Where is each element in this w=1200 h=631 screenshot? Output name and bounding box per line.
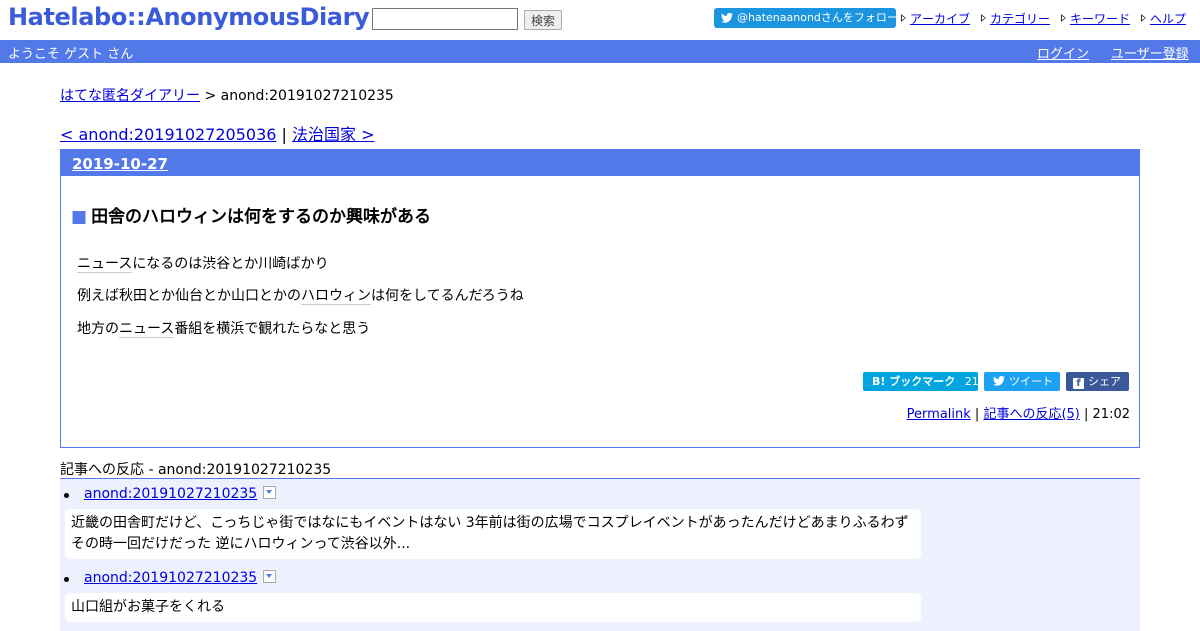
bullet — [64, 493, 69, 498]
arrow-icon — [901, 14, 906, 22]
paragraph-text: 地方の — [77, 321, 119, 337]
permalink-link[interactable]: Permalink — [907, 407, 971, 422]
follow-label: @hatenaanondさんをフォロー — [737, 11, 898, 24]
paragraph-text: 番組を横浜で観れたらなと思う — [174, 321, 371, 337]
dropdown-icon[interactable] — [263, 570, 277, 583]
search-input[interactable] — [372, 8, 518, 30]
tweet-button[interactable]: ツイート — [984, 372, 1060, 391]
nav-category-link[interactable]: カテゴリー — [990, 12, 1050, 26]
search-button[interactable]: 検索 — [524, 10, 562, 30]
entry-title-text: 田舎のハロウィンは何をするのか興味がある — [91, 207, 432, 227]
entry-date-link[interactable]: 2019-10-27 — [72, 155, 168, 173]
breadcrumb-current: anond:20191027210235 — [220, 88, 394, 104]
entry-paragraph: ニュースになるのは渋谷とか川崎ばかり — [77, 253, 329, 273]
dropdown-icon[interactable] — [263, 486, 277, 499]
nav-help-link[interactable]: ヘルプ — [1150, 12, 1186, 26]
keyword-link[interactable]: ハロウィン — [301, 288, 371, 305]
facebook-icon: f — [1073, 378, 1084, 389]
reaction-bubble: 山口組がお菓子をくれる — [65, 593, 921, 622]
hatena-bookmark-button[interactable]: B! ブックマーク 21 — [863, 372, 979, 391]
prev-next-nav: < anond:20191027205036 | 法治国家 > — [60, 121, 375, 145]
keyword-link[interactable]: ニュース — [119, 321, 175, 338]
arrow-icon — [981, 14, 986, 22]
entry-meta: Permalink | 記事への反応(5) | 21:02 — [906, 407, 1130, 422]
twitter-follow-button[interactable]: @hatenaanondさんをフォロー — [714, 8, 898, 28]
twitter-bird-icon — [721, 13, 733, 23]
facebook-share-button[interactable]: f シェア — [1066, 372, 1129, 391]
site-header: Hatelabo::AnonymousDiary 検索 @hatenaanond… — [0, 0, 1200, 40]
welcome-text: ようこそ ゲスト さん — [8, 47, 134, 62]
entry-title: ■ 田舎のハロウィンは何をするのか興味がある — [71, 202, 431, 227]
entry-time: 21:02 — [1092, 407, 1130, 422]
reaction-bubble: 近畿の田舎町だけど、こっちじゃ街ではなにもイベントはない 3年前は街の広場でコス… — [65, 509, 921, 559]
login-link[interactable]: ログイン — [1037, 43, 1089, 62]
reactions-heading: 記事への反応 - anond:20191027210235 — [60, 462, 332, 478]
twitter-bird-icon — [993, 375, 1005, 386]
breadcrumb-home[interactable]: はてな匿名ダイアリー — [60, 88, 200, 104]
reaction-text: その時一回だけだった 逆にハロウィンって渋谷以外... — [71, 536, 411, 552]
prev-entry-link[interactable]: < anond:20191027205036 — [60, 125, 276, 144]
day-header: 2019-10-27 — [61, 150, 1139, 176]
bookmark-count: 21 — [964, 375, 979, 388]
next-entry-link[interactable]: 法治国家 > — [292, 125, 375, 144]
paragraph-text: 例えば秋田とか仙台とか山口とかの — [77, 288, 301, 304]
breadcrumb: はてな匿名ダイアリー > anond:20191027210235 — [60, 85, 394, 105]
arrow-icon — [1141, 14, 1146, 22]
tweet-label: ツイート — [1009, 375, 1053, 388]
nav-help[interactable]: ヘルプ — [1141, 10, 1186, 27]
breadcrumb-separator: > — [204, 88, 217, 104]
user-bar: ようこそ ゲスト さん ログイン ユーザー登録 — [0, 40, 1200, 63]
bullet — [64, 577, 69, 582]
arrow-icon — [1061, 14, 1066, 22]
register-link[interactable]: ユーザー登録 — [1111, 43, 1189, 62]
reaction-text: 近畿の田舎町だけど、こっちじゃ街ではなにもイベントはない 3年前は街の広場でコス… — [71, 515, 909, 531]
entry-box: 2019-10-27 ■ 田舎のハロウィンは何をするのか興味がある ニュースになる… — [60, 149, 1140, 448]
nav-keyword-link[interactable]: キーワード — [1070, 12, 1130, 26]
prev-next-separator: | — [281, 125, 287, 144]
reactions-link[interactable]: 記事への反応(5) — [983, 407, 1079, 422]
nav-archive-link[interactable]: アーカイブ — [910, 12, 970, 26]
site-logo[interactable]: Hatelabo::AnonymousDiary — [8, 3, 370, 31]
nav-archive[interactable]: アーカイブ — [901, 10, 970, 27]
reaction-text: 山口組がお菓子をくれる — [71, 599, 225, 615]
reaction-item: anond:20191027210235 — [84, 570, 277, 586]
title-anchor[interactable]: ■ — [71, 207, 87, 227]
paragraph-text: になるのは渋谷とか川崎ばかり — [132, 256, 329, 272]
bookmark-label: B! ブックマーク — [872, 375, 956, 388]
nav-category[interactable]: カテゴリー — [981, 10, 1050, 27]
reaction-item: anond:20191027210235 — [84, 486, 277, 502]
reaction-link[interactable]: anond:20191027210235 — [84, 570, 257, 586]
nav-keyword[interactable]: キーワード — [1061, 10, 1130, 27]
keyword-link[interactable]: ニュース — [77, 256, 133, 273]
reactions-list: anond:20191027210235 近畿の田舎町だけど、こっちじゃ街ではな… — [60, 478, 1140, 631]
reaction-link[interactable]: anond:20191027210235 — [84, 486, 257, 502]
entry-paragraph: 例えば秋田とか仙台とか山口とかのハロウィンは何をしてるんだろうね — [77, 285, 524, 305]
paragraph-text: は何をしてるんだろうね — [371, 288, 524, 304]
entry-paragraph: 地方のニュース番組を横浜で観れたらなと思う — [77, 318, 370, 338]
share-label: シェア — [1088, 375, 1121, 388]
